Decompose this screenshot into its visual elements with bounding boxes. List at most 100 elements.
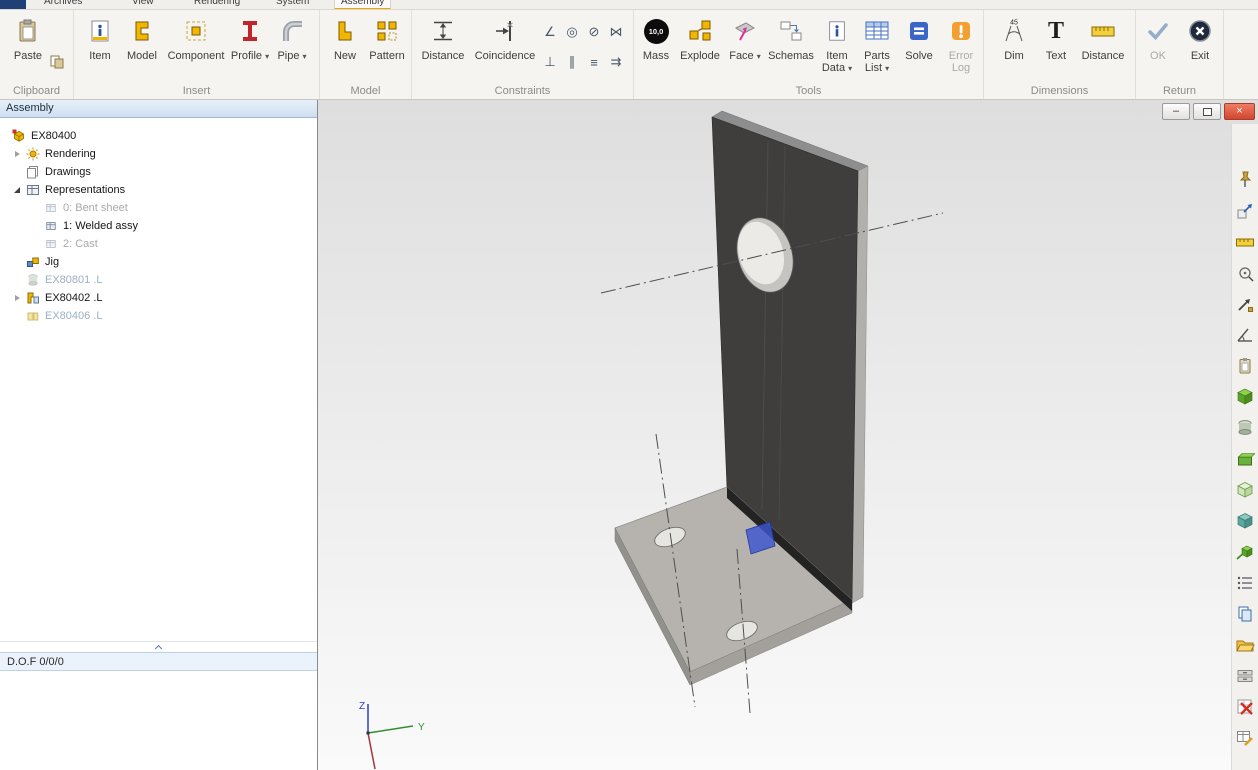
error-log-button[interactable]: Error Log xyxy=(940,13,982,74)
tab-rendering[interactable]: Rendering xyxy=(188,0,246,10)
insert-cube-tool[interactable] xyxy=(1232,536,1258,567)
schemas-icon xyxy=(764,13,818,49)
maximize-button[interactable] xyxy=(1193,103,1221,120)
tab-assembly[interactable]: Assembly xyxy=(334,0,391,10)
tree-item-ex80402[interactable]: EX80402 .L xyxy=(0,289,317,307)
expand-arrow-icon[interactable] xyxy=(10,295,24,301)
parts-list-button[interactable]: Parts List ▾ xyxy=(858,13,896,75)
delete-tool[interactable] xyxy=(1232,691,1258,722)
cube-section-tool[interactable] xyxy=(1232,505,1258,536)
perpendicular-constraint-button[interactable]: ⊥ xyxy=(540,52,560,72)
insert-item-button[interactable]: Item xyxy=(82,13,118,62)
tab-system[interactable]: System xyxy=(270,0,315,10)
ok-label: OK xyxy=(1140,50,1176,62)
ok-button[interactable]: OK xyxy=(1140,13,1176,62)
3d-scene[interactable]: Z Y xyxy=(318,100,1258,770)
group-label-constraints: Constraints xyxy=(412,85,633,97)
tree-item-ex80400[interactable]: EX80400 xyxy=(0,127,317,145)
tree-item-rep-cast[interactable]: 2: Cast xyxy=(0,235,317,253)
parallel-constraint-button[interactable]: ∥ xyxy=(562,52,582,72)
tree-item-rendering[interactable]: Rendering xyxy=(0,145,317,163)
ruler-tool[interactable] xyxy=(1232,226,1258,257)
list-tool[interactable] xyxy=(1232,567,1258,598)
text-button[interactable]: T Text xyxy=(1036,13,1076,62)
insert-pipe-button[interactable]: Pipe ▾ xyxy=(274,13,310,63)
constraint-coincidence-button[interactable]: Coincidence xyxy=(472,13,538,62)
equal-constraint-button[interactable]: ≡ xyxy=(584,52,604,72)
parts-list-label-1: Parts xyxy=(858,50,896,62)
new-model-icon xyxy=(327,13,363,49)
paste-special-button[interactable] xyxy=(48,52,66,70)
tab-view[interactable]: View xyxy=(126,0,160,10)
block-tool[interactable] xyxy=(1232,443,1258,474)
rendering-icon xyxy=(24,147,41,161)
insert-profile-label: Profile ▾ xyxy=(230,50,270,63)
cylinder-tool[interactable] xyxy=(1232,412,1258,443)
mass-button[interactable]: 10,0 Mass xyxy=(634,13,678,62)
assembly-tree-panel: Assembly EX80400 Rendering Drawings Repr… xyxy=(0,100,318,770)
tree-item-representations[interactable]: Representations xyxy=(0,181,317,199)
collapse-arrow-icon[interactable] xyxy=(10,187,24,193)
dim-distance-button[interactable]: Distance xyxy=(1076,13,1130,62)
edit-table-tool[interactable] xyxy=(1232,722,1258,753)
model-new-button[interactable]: New xyxy=(327,13,363,62)
tab-archives[interactable]: Archives xyxy=(38,0,88,10)
move-tool[interactable] xyxy=(1232,288,1258,319)
model-pattern-button[interactable]: Pattern xyxy=(363,13,411,62)
clipboard-tool[interactable] xyxy=(1232,350,1258,381)
panel-splitter[interactable] xyxy=(0,641,317,652)
parts-list-label-2: List ▾ xyxy=(858,62,896,75)
angle-constraint-button[interactable]: ∠ xyxy=(540,22,560,42)
equal-constraint-icon: ≡ xyxy=(590,55,598,70)
tree-item-label: 1: Welded assy xyxy=(63,220,138,232)
tree-item-rep-welded-assy[interactable]: 1: Welded assy xyxy=(0,217,317,235)
insert-component-button[interactable]: Component xyxy=(162,13,230,62)
pin-tool[interactable] xyxy=(1232,164,1258,195)
ribbon: Clipboard Insert Model Constraints Tools… xyxy=(0,10,1258,100)
application-menu-button[interactable] xyxy=(0,0,26,10)
expand-arrow-icon[interactable] xyxy=(10,151,24,157)
item-data-button[interactable]: Item Data ▾ xyxy=(818,13,856,75)
solve-button[interactable]: Solve xyxy=(898,13,940,62)
tab-archives-label: Archives xyxy=(44,0,82,7)
copy-tool[interactable] xyxy=(1232,598,1258,629)
schemas-label: Schemas xyxy=(764,50,818,62)
profile-caret-icon: ▾ xyxy=(265,52,269,61)
tree-item-drawings[interactable]: Drawings xyxy=(0,163,317,181)
solid-cube-tool[interactable] xyxy=(1232,381,1258,412)
insert-profile-button[interactable]: Profile ▾ xyxy=(230,13,270,63)
face-button[interactable]: Face ▾ xyxy=(726,13,764,63)
explode-button[interactable]: Explode xyxy=(676,13,724,62)
schemas-button[interactable]: Schemas xyxy=(764,13,818,62)
dim-button[interactable]: 45 Dim xyxy=(994,13,1034,62)
3d-viewport[interactable]: – × xyxy=(318,100,1258,770)
tree-item-ex80406[interactable]: EX80406 .L xyxy=(0,307,317,325)
paste-icon xyxy=(6,13,50,49)
drawer-tool[interactable] xyxy=(1232,660,1258,691)
cube-outline-tool[interactable] xyxy=(1232,474,1258,505)
open-folder-tool[interactable] xyxy=(1232,629,1258,660)
tree-item-label: Jig xyxy=(45,256,59,268)
application-window: Archives View Rendering System Assembly … xyxy=(0,0,1258,770)
constraint-distance-button[interactable]: Distance xyxy=(416,13,470,62)
concentric-constraint-button[interactable]: ◎ xyxy=(562,22,582,42)
pipe-icon xyxy=(274,13,310,49)
tree-item-ex80801[interactable]: EX80801 .L xyxy=(0,271,317,289)
item-data-label-1: Item xyxy=(818,50,856,62)
tree-item-label: 2: Cast xyxy=(63,238,98,250)
axis-triad: Z Y xyxy=(359,701,425,769)
angle-tool[interactable] xyxy=(1232,319,1258,350)
equal-distance-constraint-button[interactable]: ⇉ xyxy=(606,52,626,72)
tree-item-jig[interactable]: Jig xyxy=(0,253,317,271)
symmetry-constraint-button[interactable]: ⋈ xyxy=(606,22,626,42)
insert-model-button[interactable]: Model xyxy=(122,13,162,62)
minimize-button[interactable]: – xyxy=(1162,103,1190,120)
exit-button[interactable]: Exit xyxy=(1182,13,1218,62)
snap-tool[interactable] xyxy=(1232,257,1258,288)
close-button[interactable]: × xyxy=(1224,103,1255,120)
orientation-tool[interactable] xyxy=(1232,195,1258,226)
tangent-constraint-button[interactable]: ⊘ xyxy=(584,22,604,42)
paste-button[interactable]: Paste xyxy=(6,13,50,62)
solve-label: Solve xyxy=(898,50,940,62)
tree-item-rep-bent-sheet[interactable]: 0: Bent sheet xyxy=(0,199,317,217)
